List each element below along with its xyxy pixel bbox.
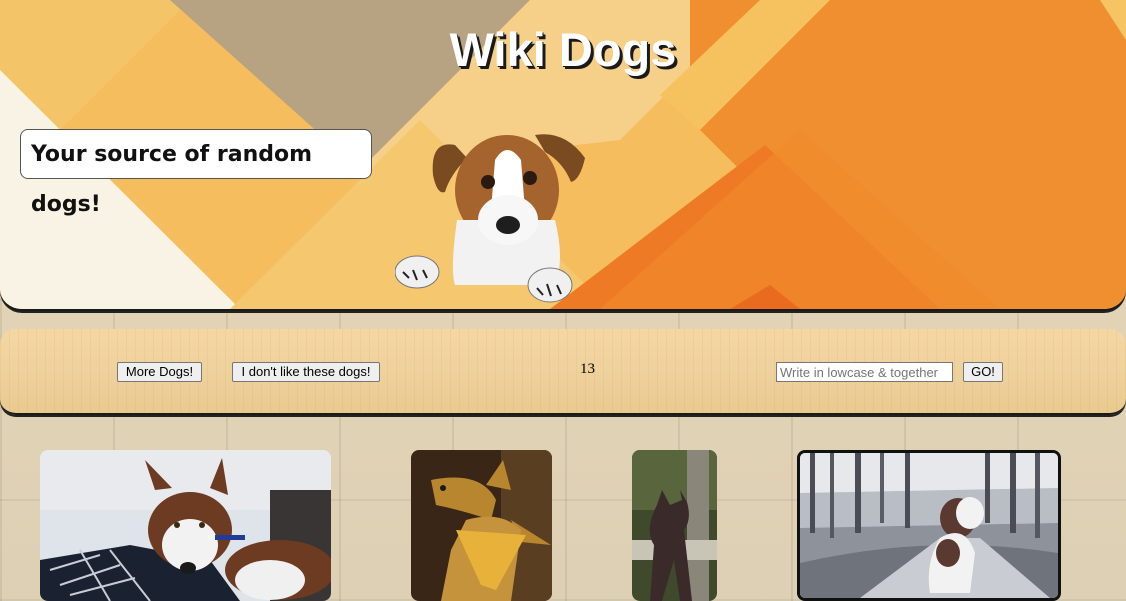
hero-dog-image bbox=[395, 134, 585, 303]
site-title: Wiki Dogs bbox=[449, 23, 677, 76]
greyhound-photo bbox=[411, 450, 552, 601]
dog-card-husky[interactable] bbox=[40, 450, 331, 601]
more-dogs-button[interactable]: More Dogs! bbox=[117, 362, 202, 382]
control-bar: More Dogs! I don't like these dogs! 13 G… bbox=[0, 329, 1126, 415]
breed-search-input[interactable] bbox=[776, 362, 953, 382]
go-button[interactable]: GO! bbox=[963, 362, 1003, 382]
spaniel-photo bbox=[800, 453, 1058, 598]
header-banner: Wiki Dogs Your source of random dogs! bbox=[0, 0, 1126, 311]
husky-photo bbox=[40, 450, 331, 601]
dog-card-dark[interactable] bbox=[632, 450, 717, 601]
tagline: Your source of random dogs! bbox=[20, 129, 372, 217]
dislike-dogs-button[interactable]: I don't like these dogs! bbox=[232, 362, 380, 382]
dog-card-greyhound[interactable] bbox=[411, 450, 552, 601]
dark-dog-photo bbox=[632, 450, 717, 601]
dog-card-spaniel[interactable] bbox=[797, 450, 1061, 601]
dog-count: 13 bbox=[580, 361, 595, 377]
